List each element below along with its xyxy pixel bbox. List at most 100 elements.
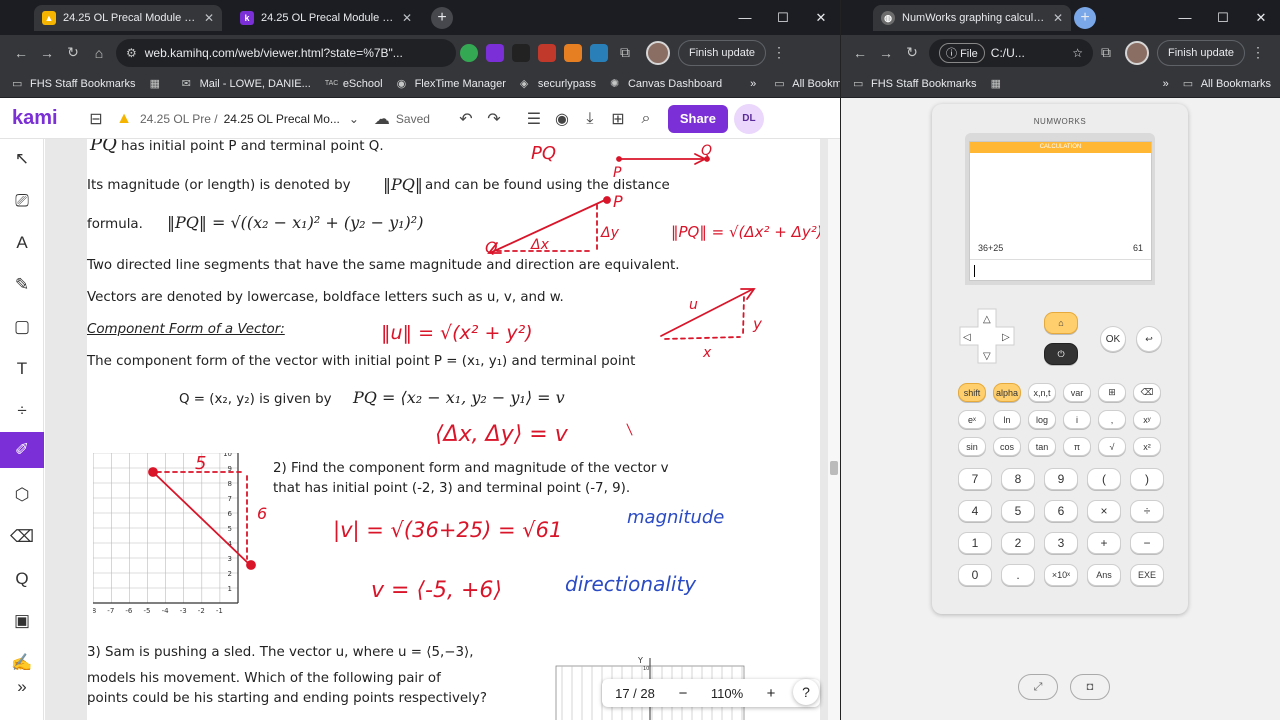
calc-key[interactable]: EXE (1130, 564, 1164, 586)
tab-google-slides[interactable]: ▲ 24.25 OL Precal Module 3A - Go ✕ (34, 5, 222, 31)
calc-key[interactable]: √ (1098, 437, 1126, 456)
calc-key[interactable]: shift (958, 383, 986, 402)
calc-key[interactable]: 2 (1001, 532, 1035, 554)
calc-key[interactable]: cos (993, 437, 1021, 456)
bookmark-flextime[interactable]: ◉ FlexTime Manager (397, 78, 506, 90)
extension-icon[interactable] (590, 43, 608, 62)
address-bar[interactable]: ⚙ web.kamihq.com/web/viewer.html?state=%… (116, 38, 456, 67)
reload-icon[interactable]: ↻ (60, 40, 86, 66)
menu-kebab-icon[interactable]: ⋮ (766, 40, 792, 66)
extension-grammarly-icon[interactable] (460, 43, 478, 62)
document-info-icon[interactable]: ☰ (520, 105, 548, 133)
bookmark-canvas[interactable]: ✺ Canvas Dashboard (610, 78, 722, 90)
tab-numworks[interactable]: ◍ NumWorks graphing calculator ✕ (873, 5, 1071, 31)
extension-icon[interactable] (512, 43, 530, 62)
share-button[interactable]: Share (667, 104, 728, 133)
document-title[interactable]: 24.25 OL Precal Mo... (224, 112, 340, 126)
menu-kebab-icon[interactable]: ⋮ (1245, 40, 1271, 66)
chevron-down-icon[interactable]: ⌄ (340, 105, 368, 133)
close-tab-icon[interactable]: ✕ (1053, 11, 1063, 25)
calc-key[interactable]: + (1087, 532, 1121, 554)
apps-grid-icon[interactable]: ▦ (150, 78, 168, 90)
bookmark-eschool[interactable]: TAC eSchool (325, 78, 383, 90)
zoom-level[interactable]: 110% (698, 686, 756, 701)
calc-key[interactable]: . (1001, 564, 1035, 586)
select-cursor-icon[interactable]: ↖ (4, 141, 40, 177)
zoom-in-button[interactable]: + (756, 685, 786, 702)
calc-key[interactable]: log (1028, 410, 1056, 429)
calc-key[interactable]: eˣ (958, 410, 986, 429)
home-button[interactable]: ⌂ (1044, 312, 1078, 334)
ai-question-icon[interactable]: Q (4, 561, 40, 597)
redo-icon[interactable]: ↷ (480, 105, 508, 133)
calc-key[interactable]: ) (1130, 468, 1164, 490)
calc-key[interactable]: 3 (1044, 532, 1078, 554)
profile-avatar[interactable] (646, 40, 670, 65)
calc-key[interactable]: × (1087, 500, 1121, 522)
calc-key[interactable]: ln (993, 410, 1021, 429)
profile-avatar[interactable] (1125, 40, 1149, 65)
calc-key[interactable]: var (1063, 383, 1091, 402)
calc-key[interactable]: Ans (1087, 564, 1121, 586)
vertical-scrollbar[interactable] (828, 139, 840, 720)
history-entry[interactable]: 36+25 61 (970, 239, 1151, 257)
calc-key[interactable]: ÷ (1130, 500, 1164, 522)
file-chip[interactable]: ⓘ File (939, 42, 985, 63)
bookmark-securlypass[interactable]: ◈ securlypass (520, 78, 596, 90)
calc-key[interactable]: xʸ (1133, 410, 1161, 429)
more-bookmarks-chevron-icon[interactable]: » (1163, 78, 1169, 90)
drawing-pen-icon[interactable]: ✐ (0, 432, 44, 468)
undo-icon[interactable]: ↶ (452, 105, 480, 133)
power-button[interactable]: ⏻ (1044, 343, 1078, 365)
close-window-button[interactable]: ✕ (1242, 0, 1280, 35)
text-to-speech-icon[interactable]: A (4, 225, 40, 261)
all-bookmarks[interactable]: ▭ All Bookmarks (1183, 78, 1271, 90)
calc-key[interactable]: − (1130, 532, 1164, 554)
expand-tools-icon[interactable]: » (4, 669, 40, 705)
extension-kami-icon[interactable] (486, 43, 504, 62)
text-tool-icon[interactable]: T (4, 351, 40, 387)
bookmark-star-icon[interactable]: ☆ (1072, 46, 1083, 60)
calc-key[interactable]: sin (958, 437, 986, 456)
minimize-button[interactable]: — (726, 0, 764, 35)
tab-kami[interactable]: k 24.25 OL Precal Module 3A Pac ✕ (232, 5, 420, 31)
minimize-button[interactable]: — (1166, 0, 1204, 35)
download-icon[interactable]: ⤓ (576, 105, 604, 133)
calc-key[interactable]: 4 (958, 500, 992, 522)
forward-icon[interactable]: → (873, 40, 899, 66)
calc-key[interactable]: , (1098, 410, 1126, 429)
calc-key[interactable]: ×10ˣ (1044, 564, 1078, 586)
bookmark-fhs-staff[interactable]: ▭ FHS Staff Bookmarks (12, 78, 136, 90)
highlighter-icon[interactable]: ✎ (4, 267, 40, 303)
view-eye-icon[interactable]: ◉ (548, 105, 576, 133)
calc-key[interactable]: x,n,t (1028, 383, 1056, 402)
fullscreen-icon[interactable]: ⤢ (1018, 674, 1058, 700)
bookmark-fhs-staff[interactable]: ▭ FHS Staff Bookmarks (853, 78, 977, 90)
reload-icon[interactable]: ↻ (899, 40, 925, 66)
calculator-screen[interactable]: CALCULATION 36+25 61 (969, 141, 1152, 281)
user-avatar[interactable]: DL (733, 103, 764, 134)
shapes-icon[interactable]: ⬡ (4, 477, 40, 513)
calc-key[interactable]: 5 (1001, 500, 1035, 522)
new-tab-button[interactable]: + (1074, 7, 1096, 29)
screenshot-camera-icon[interactable]: ◘ (1070, 674, 1110, 700)
apps-grid-icon[interactable]: ▦ (991, 78, 1009, 90)
calc-key[interactable]: i (1063, 410, 1091, 429)
zoom-out-button[interactable]: − (668, 685, 698, 702)
back-button[interactable]: ↩ (1136, 326, 1162, 352)
finish-update-button[interactable]: Finish update (1157, 39, 1246, 66)
finish-update-button[interactable]: Finish update (678, 39, 767, 66)
extensions-puzzle-icon[interactable]: ⧉ (1093, 40, 1119, 66)
add-image-icon[interactable]: ▣ (4, 603, 40, 639)
extensions-puzzle-icon[interactable]: ⧉ (612, 40, 638, 66)
new-tab-button[interactable]: + (431, 7, 453, 29)
back-icon[interactable]: ← (847, 40, 873, 66)
bookmark-mail[interactable]: ✉ Mail - LOWE, DANIE... (182, 78, 311, 90)
calc-key[interactable]: ⌫ (1133, 383, 1161, 402)
close-window-button[interactable]: ✕ (802, 0, 840, 35)
ok-button[interactable]: OK (1100, 326, 1126, 352)
more-bookmarks-chevron-icon[interactable]: » (750, 78, 756, 90)
google-drive-icon[interactable]: ▲ (110, 105, 138, 133)
calc-key[interactable]: 0 (958, 564, 992, 586)
home-icon[interactable]: ⌂ (86, 40, 112, 66)
